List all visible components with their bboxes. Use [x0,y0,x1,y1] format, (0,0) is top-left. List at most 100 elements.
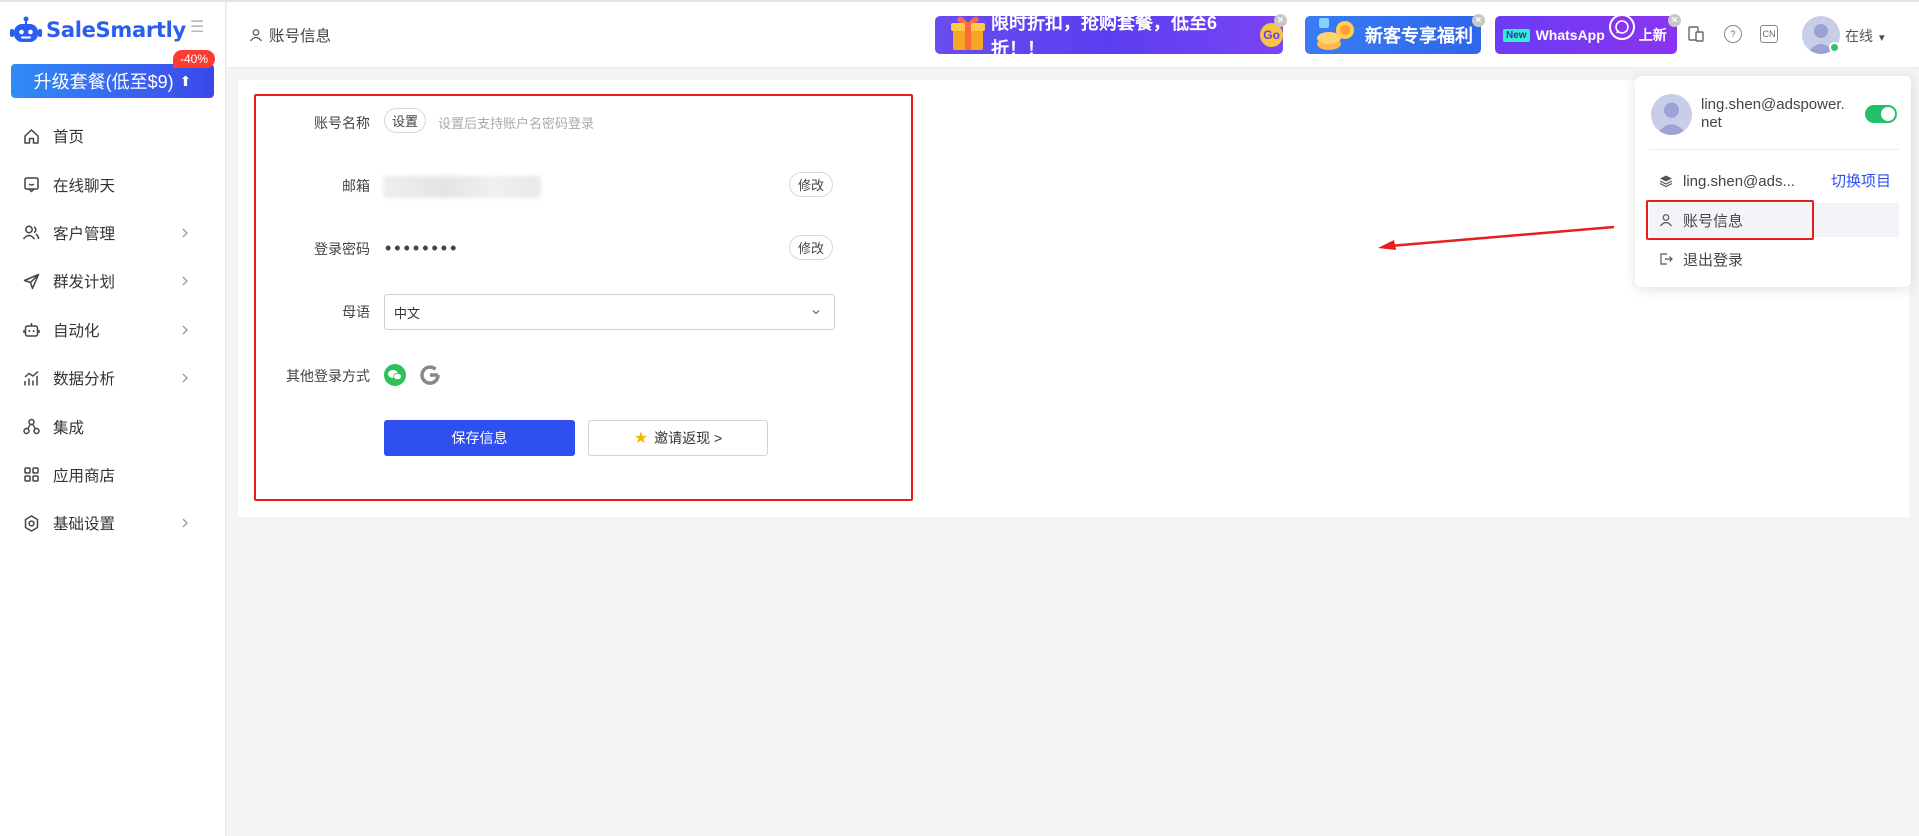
integration-icon [22,418,40,436]
brand-name: SaleSmartly [46,18,186,42]
top-border [0,0,1919,2]
sidebar: SaleSmartly ☰ 升级套餐(低至$9) ⬆ -40% 首页 在线聊天 … [0,0,226,836]
chevron-down-icon [812,310,820,315]
chevron-right-icon [182,518,188,528]
user-dropdown-panel: ling.shen@adspower.net ling.shen@ads... … [1635,76,1911,287]
sidebar-item-label: 在线聊天 [53,177,116,195]
sidebar-item-label: 客户管理 [53,225,116,243]
user-icon [250,29,262,42]
project-name: ling.shen@ads... [1683,172,1795,190]
logout-menu-item[interactable]: 退出登录 [1649,242,1899,276]
newcomer-banner-text: 新客专享福利 [1365,26,1473,46]
language-select[interactable]: 中文 [384,294,835,330]
close-banner-icon[interactable]: × [1668,14,1681,27]
chevron-right-icon [182,228,188,238]
sidebar-item-label: 基础设置 [53,516,116,534]
home-icon [22,127,40,145]
close-banner-icon[interactable]: × [1274,14,1287,27]
breadcrumb: 账号信息 [249,24,331,46]
google-login-icon[interactable] [418,363,442,387]
help-icon[interactable]: ? [1724,25,1742,43]
logout-label: 退出登录 [1683,251,1744,269]
robot-icon [22,321,40,339]
sidebar-item-settings[interactable]: 基础设置 [0,499,226,547]
discount-badge: -40% [173,50,216,68]
status-label: 在线 [1845,28,1873,44]
whatsapp-icon [1608,14,1635,40]
panel-avatar [1651,94,1692,135]
brand-logo[interactable]: SaleSmartly ☰ [10,14,210,46]
language-value: 中文 [394,305,421,321]
sidebar-item-home[interactable]: 首页 [0,112,226,160]
settings-icon [22,514,40,532]
sidebar-item-analytics[interactable]: 数据分析 [0,354,226,402]
account-name-label: 账号名称 [314,115,370,131]
whatsapp-banner[interactable]: New WhatsApp 上新 × [1495,14,1681,54]
sidebar-item-label: 集成 [53,419,85,437]
language-icon[interactable]: CN [1760,25,1778,43]
whatsapp-banner-suffix: 上新 [1638,27,1667,43]
edit-password-button[interactable]: 修改 [789,235,833,260]
annotation-arrow [1378,225,1615,250]
chevron-right-icon [182,325,188,335]
close-banner-icon[interactable]: × [1472,14,1485,27]
status-dropdown[interactable]: 在线 ▼ [1845,26,1887,46]
online-status-dot [1829,42,1840,53]
devices-icon[interactable] [1687,25,1705,43]
newcomer-banner[interactable]: 新客专享福利 × [1305,14,1485,54]
sidebar-item-label: 群发计划 [53,274,116,292]
breadcrumb-label: 账号信息 [269,28,332,45]
password-label: 登录密码 [314,241,370,257]
chevron-right-icon [182,276,188,286]
sidebar-item-label: 数据分析 [53,371,116,389]
gift-icon [951,16,985,50]
account-name-hint: 设置后支持账户名密码登录 [438,116,595,131]
language-label: 母语 [342,304,370,320]
sidebar-item-customers[interactable]: 客户管理 [0,209,226,257]
sidebar-item-broadcast[interactable]: 群发计划 [0,257,226,305]
logout-icon [1660,253,1673,265]
collapse-menu-icon[interactable]: ☰ [190,20,208,36]
sidebar-item-label: 自动化 [53,322,100,340]
edit-email-button[interactable]: 修改 [789,172,833,197]
chevron-right-icon [182,373,188,383]
arrow-up-icon: ⬆ [179,72,192,89]
invite-cashback-button[interactable]: ★ 邀请返现 > [588,420,768,456]
coins-icon [1317,18,1354,50]
layers-icon [1659,175,1673,188]
switch-project-link[interactable]: 切换项目 [1831,170,1891,191]
top-header: 账号信息 限时折扣，抢购套餐，低至6折！！ Go × 新客专享福利 × New … [227,0,1919,68]
discount-banner[interactable]: 限时折扣，抢购套餐，低至6折！！ Go × [935,13,1287,59]
whatsapp-banner-text: WhatsApp [1535,27,1605,43]
caret-down-icon: ▼ [1876,33,1887,44]
upgrade-plan-button[interactable]: 升级套餐(低至$9) ⬆ [11,64,214,98]
apps-icon [22,466,40,484]
save-info-button[interactable]: 保存信息 [384,420,575,456]
panel-user-email: ling.shen@adspower.net [1701,96,1845,131]
robot-logo-icon [10,16,42,42]
password-value: •••••••• [385,238,460,258]
sidebar-item-chat[interactable]: 在线聊天 [0,160,226,208]
sidebar-item-automation[interactable]: 自动化 [0,306,226,354]
wechat-login-icon[interactable] [384,364,406,386]
chart-icon [22,369,40,387]
online-toggle[interactable] [1865,105,1897,123]
sidebar-item-app-store[interactable]: 应用商店 [0,451,226,499]
annotation-highlight-menu [1646,200,1814,240]
upgrade-label: 升级套餐(低至$9) [33,72,174,92]
email-value-blurred [383,176,541,198]
email-label: 邮箱 [342,178,370,194]
chat-icon [22,176,40,194]
discount-banner-text: 限时折扣，抢购套餐，低至6折！！ [991,13,1218,59]
send-icon [22,272,40,290]
sidebar-item-label: 应用商店 [53,467,116,485]
invite-cashback-label: 邀请返现 > [654,430,723,446]
star-icon: ★ [633,430,649,447]
sidebar-item-label: 首页 [53,129,85,147]
set-account-name-button[interactable]: 设置 [384,108,426,133]
sidebar-nav: 首页 在线聊天 客户管理 群发计划 自动化 数据分析 集成 应用商店 基础设置 [0,112,226,548]
panel-divider [1649,149,1899,150]
other-login-label: 其他登录方式 [286,368,370,384]
sidebar-item-integration[interactable]: 集成 [0,402,226,450]
users-icon [22,224,40,242]
